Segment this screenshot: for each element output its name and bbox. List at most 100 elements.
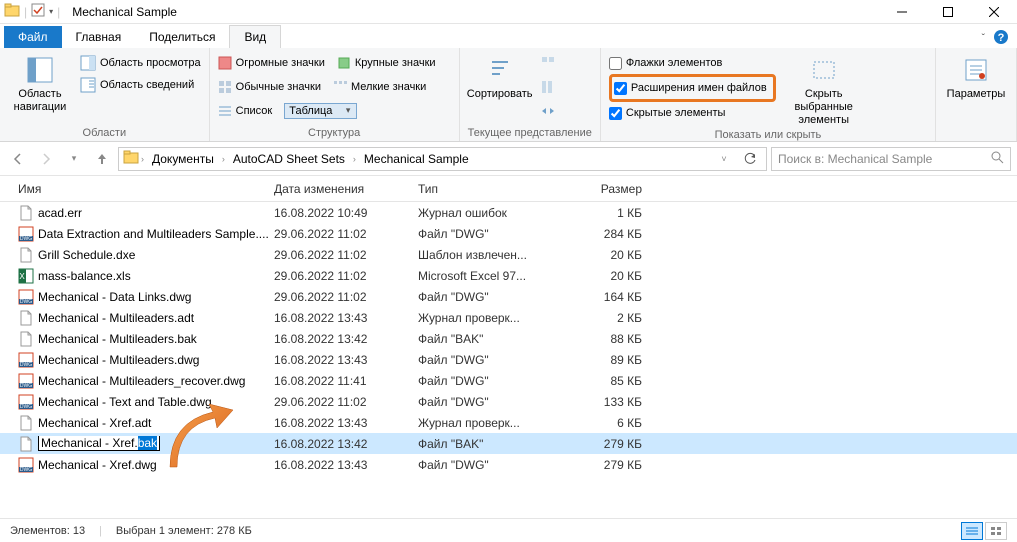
table-row[interactable]: DWGData Extraction and Multileaders Samp…	[0, 223, 1017, 244]
table-row[interactable]: Mechanical - Multileaders.adt16.08.2022 …	[0, 307, 1017, 328]
navigation-pane-button[interactable]: Область навигации	[8, 52, 72, 125]
forward-button[interactable]	[34, 147, 58, 171]
highlight-extensions: Расширения имен файлов	[609, 74, 776, 102]
header-name[interactable]: Имя	[18, 182, 274, 196]
breadcrumb[interactable]: › Документы › AutoCAD Sheet Sets › Mecha…	[118, 147, 767, 171]
status-bar: Элементов: 13 | Выбран 1 элемент: 278 КБ	[0, 518, 1017, 542]
sort-button[interactable]: Сортировать	[468, 52, 532, 125]
table-row[interactable]: Mechanical - Xref.bak16.08.2022 13:42Фай…	[0, 433, 1017, 454]
file-date: 16.08.2022 13:42	[274, 332, 418, 346]
file-size: 6 КБ	[538, 416, 648, 430]
help-icon[interactable]: ?	[993, 29, 1009, 48]
folder-icon	[4, 2, 20, 21]
ribbon-collapse-icon[interactable]: ˇ	[982, 33, 985, 44]
file-extensions-toggle[interactable]: Расширения имен файлов	[614, 77, 767, 99]
table-row[interactable]: Xmass-balance.xls29.06.2022 11:02Microso…	[0, 265, 1017, 286]
table-row[interactable]: DWGMechanical - Text and Table.dwg29.06.…	[0, 391, 1017, 412]
title-bar: | ▾ | Mechanical Sample	[0, 0, 1017, 24]
file-icon	[18, 331, 34, 347]
table-row[interactable]: DWGMechanical - Xref.dwg16.08.2022 13:43…	[0, 454, 1017, 475]
file-date: 16.08.2022 13:43	[274, 416, 418, 430]
crumb-2[interactable]: Mechanical Sample	[358, 152, 475, 166]
table-row[interactable]: Mechanical - Xref.adt16.08.2022 13:43Жур…	[0, 412, 1017, 433]
file-type: Журнал проверк...	[418, 416, 538, 430]
file-type: Шаблон извлечен...	[418, 248, 538, 262]
qat-dropdown-icon[interactable]: ▾	[49, 7, 53, 16]
up-button[interactable]	[90, 147, 114, 171]
file-type: Файл "DWG"	[418, 374, 538, 388]
tab-view[interactable]: Вид	[229, 25, 281, 48]
recent-button[interactable]: ▾	[62, 147, 86, 171]
file-size: 133 КБ	[538, 395, 648, 409]
table-row[interactable]: DWGMechanical - Data Links.dwg29.06.2022…	[0, 286, 1017, 307]
file-icon	[18, 415, 34, 431]
hidden-items-toggle[interactable]: Скрытые элементы	[609, 102, 776, 124]
svg-text:DWG: DWG	[20, 383, 32, 389]
file-type: Файл "DWG"	[418, 227, 538, 241]
add-columns-button[interactable]	[540, 76, 556, 98]
file-size: 20 КБ	[538, 248, 648, 262]
layout-table[interactable]: Таблица	[284, 100, 357, 122]
tab-share[interactable]: Поделиться	[135, 26, 229, 48]
minimize-button[interactable]	[879, 0, 925, 24]
details-pane-button[interactable]: Область сведений	[80, 74, 201, 96]
hide-selected-button[interactable]: Скрыть выбранные элементы	[784, 52, 864, 127]
tab-file[interactable]: Файл	[4, 26, 62, 48]
ribbon-group-show: Флажки элементов Расширения имен файлов …	[601, 48, 936, 141]
status-selection: Выбран 1 элемент: 278 КБ	[116, 525, 252, 537]
file-icon: DWG	[18, 226, 34, 242]
layout-small[interactable]: Мелкие значки	[333, 76, 426, 98]
file-type: Файл "BAK"	[418, 332, 538, 346]
table-row[interactable]: Grill Schedule.dxe29.06.2022 11:02Шаблон…	[0, 244, 1017, 265]
file-icon: DWG	[18, 457, 34, 473]
view-details-button[interactable]	[961, 522, 983, 540]
chevron-right-icon[interactable]: ›	[353, 154, 356, 164]
file-icon: DWG	[18, 289, 34, 305]
file-date: 16.08.2022 10:49	[274, 206, 418, 220]
qat-check-icon[interactable]	[31, 3, 45, 20]
view-icons-button[interactable]	[985, 522, 1007, 540]
file-icon: X	[18, 268, 34, 284]
back-button[interactable]	[6, 147, 30, 171]
preview-pane-button[interactable]: Область просмотра	[80, 52, 201, 74]
maximize-button[interactable]	[925, 0, 971, 24]
file-name: Mechanical - Multileaders.bak	[38, 332, 274, 346]
file-date: 16.08.2022 13:43	[274, 311, 418, 325]
header-size[interactable]: Размер	[538, 182, 648, 196]
header-type[interactable]: Тип	[418, 182, 538, 196]
table-row[interactable]: DWGMechanical - Multileaders.dwg16.08.20…	[0, 349, 1017, 370]
file-name: Mechanical - Multileaders.adt	[38, 311, 274, 325]
search-input[interactable]: Поиск в: Mechanical Sample	[771, 147, 1011, 171]
address-dropdown[interactable]: ˅	[712, 147, 736, 171]
file-type: Файл "DWG"	[418, 458, 538, 472]
file-type: Журнал проверк...	[418, 311, 538, 325]
table-row[interactable]: acad.err16.08.2022 10:49Журнал ошибок1 К…	[0, 202, 1017, 223]
file-date: 16.08.2022 11:41	[274, 374, 418, 388]
rename-input[interactable]: Mechanical - Xref.bak	[38, 436, 160, 451]
ribbon-group-panes: Область навигации Область просмотра Обла…	[0, 48, 210, 141]
crumb-0[interactable]: Документы	[146, 152, 220, 166]
close-button[interactable]	[971, 0, 1017, 24]
chevron-right-icon[interactable]: ›	[222, 154, 225, 164]
size-columns-button[interactable]	[540, 100, 556, 122]
file-size: 2 КБ	[538, 311, 648, 325]
refresh-button[interactable]	[738, 147, 762, 171]
ribbon-group-layout: Огромные значки Крупные значки Обычные з…	[210, 48, 460, 141]
table-row[interactable]: Mechanical - Multileaders.bak16.08.2022 …	[0, 328, 1017, 349]
layout-list[interactable]: Список	[218, 100, 273, 122]
layout-large[interactable]: Крупные значки	[337, 52, 436, 74]
group-by-button[interactable]	[540, 52, 556, 74]
file-name: Mechanical - Xref.adt	[38, 416, 274, 430]
options-button[interactable]: Параметры	[944, 52, 1008, 125]
file-name: Mechanical - Multileaders.dwg	[38, 353, 274, 367]
header-date[interactable]: Дата изменения	[274, 182, 418, 196]
tab-home[interactable]: Главная	[62, 26, 136, 48]
item-checkboxes-toggle[interactable]: Флажки элементов	[609, 52, 776, 74]
layout-normal[interactable]: Обычные значки	[218, 76, 321, 98]
layout-huge[interactable]: Огромные значки	[218, 52, 325, 74]
chevron-right-icon[interactable]: ›	[141, 154, 144, 164]
crumb-1[interactable]: AutoCAD Sheet Sets	[227, 152, 351, 166]
file-icon	[18, 310, 34, 326]
file-type: Файл "DWG"	[418, 290, 538, 304]
table-row[interactable]: DWGMechanical - Multileaders_recover.dwg…	[0, 370, 1017, 391]
